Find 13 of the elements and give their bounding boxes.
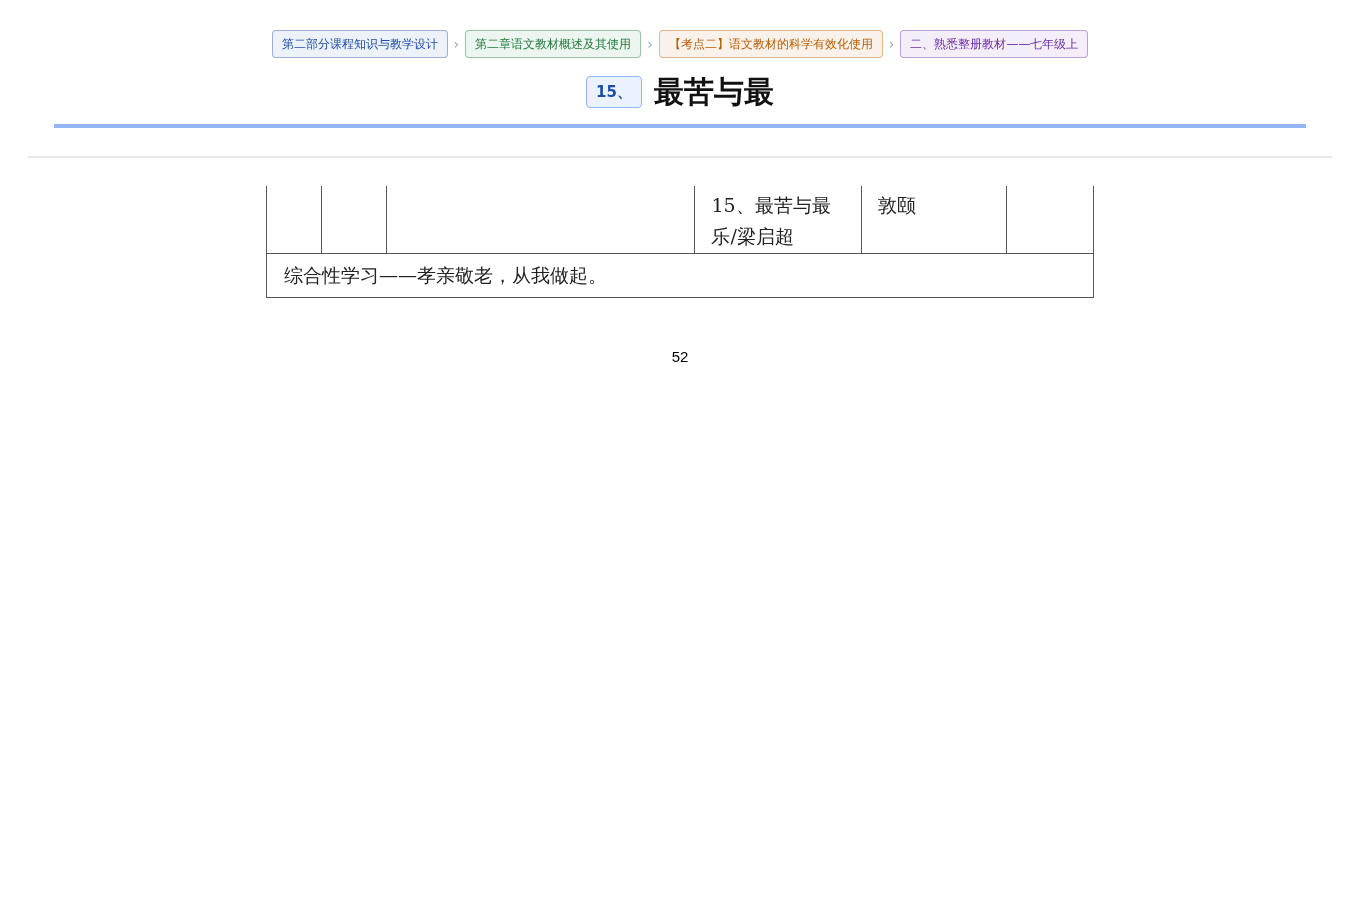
table-cell: 15、最苦与最乐/梁启超 — [695, 186, 863, 253]
breadcrumb-separator: › — [647, 34, 653, 54]
breadcrumb-separator: › — [888, 34, 895, 54]
breadcrumb-chip[interactable]: 第二部分课程知识与教学设计 — [271, 30, 448, 58]
page-title: 最苦与最 — [653, 73, 774, 111]
number-badge: 15、 — [586, 75, 642, 109]
table-cell: 敦颐 — [862, 186, 1008, 253]
table-cell: 综合性学习——孝亲敬老，从我做起。 — [266, 254, 1094, 298]
breadcrumb-separator: › — [453, 34, 460, 54]
page-number: 52 — [671, 347, 689, 367]
breadcrumb-chip[interactable]: 第二章语文教材概述及其使用 — [465, 30, 642, 58]
breadcrumb-chip[interactable]: 【考点二】语文教材的科学有效化使用 — [658, 30, 883, 58]
breadcrumb-chip[interactable]: 二、熟悉整册教材——七年级上 — [900, 30, 1089, 58]
